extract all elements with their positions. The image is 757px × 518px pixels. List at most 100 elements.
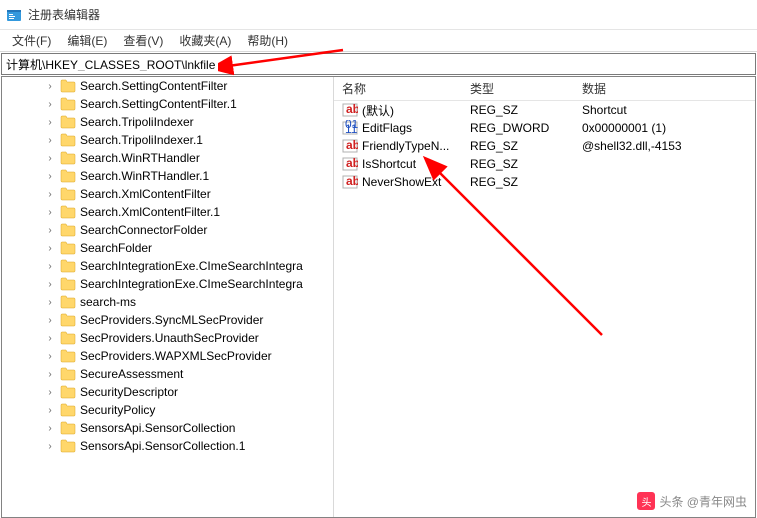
menu-file[interactable]: 文件(F) xyxy=(4,30,59,51)
tree-item[interactable]: ›Search.TripoliIndexer.1 xyxy=(2,131,333,149)
tree-expander-icon[interactable]: › xyxy=(44,333,56,344)
list-row[interactable]: 011110EditFlagsREG_DWORD0x00000001 (1) xyxy=(334,119,755,137)
tree-item-label: SearchConnectorFolder xyxy=(80,223,207,237)
tree-expander-icon[interactable]: › xyxy=(44,279,56,290)
window-title: 注册表编辑器 xyxy=(28,6,100,23)
tree-item[interactable]: ›SearchIntegrationExe.CImeSearchIntegra xyxy=(2,257,333,275)
menu-favorites[interactable]: 收藏夹(A) xyxy=(171,30,239,51)
list-row[interactable]: abFriendlyTypeN...REG_SZ@shell32.dll,-41… xyxy=(334,137,755,155)
titlebar: 注册表编辑器 xyxy=(0,0,757,30)
svg-text:ab: ab xyxy=(346,156,358,170)
menu-edit[interactable]: 编辑(E) xyxy=(59,30,115,51)
folder-icon xyxy=(60,331,76,345)
tree-expander-icon[interactable]: › xyxy=(44,351,56,362)
header-data[interactable]: 数据 xyxy=(574,80,755,97)
folder-icon xyxy=(60,241,76,255)
tree-item-label: Search.WinRTHandler.1 xyxy=(80,169,209,183)
cell-name: abIsShortcut xyxy=(334,156,462,172)
tree-item-label: SearchFolder xyxy=(80,241,152,255)
tree-expander-icon[interactable]: › xyxy=(44,225,56,236)
menu-help[interactable]: 帮助(H) xyxy=(239,30,296,51)
string-value-icon: ab xyxy=(342,156,358,172)
tree-item[interactable]: ›SearchIntegrationExe.CImeSearchIntegra xyxy=(2,275,333,293)
svg-text:ab: ab xyxy=(346,138,358,152)
tree-expander-icon[interactable]: › xyxy=(44,261,56,272)
tree-item[interactable]: › SecProviders.WAPXMLSecProvider xyxy=(2,347,333,365)
tree-item[interactable]: › SecurityPolicy xyxy=(2,401,333,419)
list-row[interactable]: ab(默认)REG_SZShortcut xyxy=(334,101,755,119)
tree-expander-icon[interactable]: › xyxy=(44,207,56,218)
tree-item[interactable]: ›Search.WinRTHandler xyxy=(2,149,333,167)
menubar: 文件(F) 编辑(E) 查看(V) 收藏夹(A) 帮助(H) xyxy=(0,30,757,52)
menu-view[interactable]: 查看(V) xyxy=(115,30,171,51)
tree-expander-icon[interactable]: › xyxy=(44,441,56,452)
address-bar[interactable] xyxy=(1,53,756,75)
tree-item[interactable]: ›SecProviders.SyncMLSecProvider xyxy=(2,311,333,329)
tree-item[interactable]: ›SecurityDescriptor xyxy=(2,383,333,401)
tree-item[interactable]: ›Search.SettingContentFilter xyxy=(2,77,333,95)
tree-expander-icon[interactable]: › xyxy=(44,369,56,380)
tree-expander-icon[interactable]: › xyxy=(44,297,56,308)
tree-expander-icon[interactable]: › xyxy=(44,423,56,434)
tree-item-label: Search.SettingContentFilter.1 xyxy=(80,97,237,111)
tree-item[interactable]: › Search.WinRTHandler.1 xyxy=(2,167,333,185)
tree-expander-icon[interactable]: › xyxy=(44,189,56,200)
folder-icon xyxy=(60,259,76,273)
tree-item[interactable]: ›SensorsApi.SensorCollection.1 xyxy=(2,437,333,455)
string-value-icon: ab xyxy=(342,174,358,190)
cell-type: REG_SZ xyxy=(462,139,574,153)
tree-expander-icon[interactable]: › xyxy=(44,171,56,182)
tree-expander-icon[interactable]: › xyxy=(44,99,56,110)
tree-expander-icon[interactable]: › xyxy=(44,135,56,146)
address-input[interactable] xyxy=(6,57,751,71)
svg-text:ab: ab xyxy=(346,174,358,188)
tree-item[interactable]: › SearchConnectorFolder xyxy=(2,221,333,239)
app-icon xyxy=(6,7,22,23)
folder-icon xyxy=(60,187,76,201)
tree-item-label: search-ms xyxy=(80,295,136,309)
list-row[interactable]: abIsShortcutREG_SZ xyxy=(334,155,755,173)
cell-name: abFriendlyTypeN... xyxy=(334,138,462,154)
tree-item[interactable]: › SecureAssessment xyxy=(2,365,333,383)
tree-item-label: Search.TripoliIndexer xyxy=(80,115,194,129)
svg-text:110: 110 xyxy=(345,122,358,136)
tree-expander-icon[interactable]: › xyxy=(44,153,56,164)
folder-icon xyxy=(60,133,76,147)
tree-item[interactable]: ›SecProviders.UnauthSecProvider xyxy=(2,329,333,347)
cell-type: REG_DWORD xyxy=(462,121,574,135)
tree-expander-icon[interactable]: › xyxy=(44,243,56,254)
folder-icon xyxy=(60,223,76,237)
cell-name: abNeverShowExt xyxy=(334,174,462,190)
folder-icon xyxy=(60,349,76,363)
folder-icon xyxy=(60,313,76,327)
tree-item[interactable]: › Search.SettingContentFilter.1 xyxy=(2,95,333,113)
tree-item[interactable]: › Search.XmlContentFilter.1 xyxy=(2,203,333,221)
tree-expander-icon[interactable]: › xyxy=(44,117,56,128)
tree-item-label: SecProviders.WAPXMLSecProvider xyxy=(80,349,272,363)
tree-item-label: Search.XmlContentFilter.1 xyxy=(80,205,220,219)
list-row[interactable]: abNeverShowExtREG_SZ xyxy=(334,173,755,191)
list-header: 名称 类型 数据 xyxy=(334,77,755,101)
tree-expander-icon[interactable]: › xyxy=(44,387,56,398)
folder-icon xyxy=(60,169,76,183)
tree-expander-icon[interactable]: › xyxy=(44,315,56,326)
tree-item-label: SecureAssessment xyxy=(80,367,183,381)
tree-item-label: Search.XmlContentFilter xyxy=(80,187,211,201)
string-value-icon: ab xyxy=(342,102,358,118)
tree-item[interactable]: ›SensorsApi.SensorCollection xyxy=(2,419,333,437)
tree-expander-icon[interactable]: › xyxy=(44,405,56,416)
tree-item[interactable]: › search-ms xyxy=(2,293,333,311)
tree-item[interactable]: › Search.XmlContentFilter xyxy=(2,185,333,203)
folder-icon xyxy=(60,421,76,435)
folder-icon xyxy=(60,403,76,417)
tree-item[interactable]: › Search.TripoliIndexer xyxy=(2,113,333,131)
tree-item[interactable]: › SearchFolder xyxy=(2,239,333,257)
string-value-icon: ab xyxy=(342,138,358,154)
header-type[interactable]: 类型 xyxy=(462,80,574,97)
header-name[interactable]: 名称 xyxy=(334,80,462,97)
svg-text:ab: ab xyxy=(346,102,358,116)
tree-scroll[interactable]: ›Search.SettingContentFilter › Search.Sett… xyxy=(2,77,333,517)
tree-expander-icon[interactable]: › xyxy=(44,81,56,92)
tree-item-label: SecurityPolicy xyxy=(80,403,155,417)
folder-icon xyxy=(60,367,76,381)
